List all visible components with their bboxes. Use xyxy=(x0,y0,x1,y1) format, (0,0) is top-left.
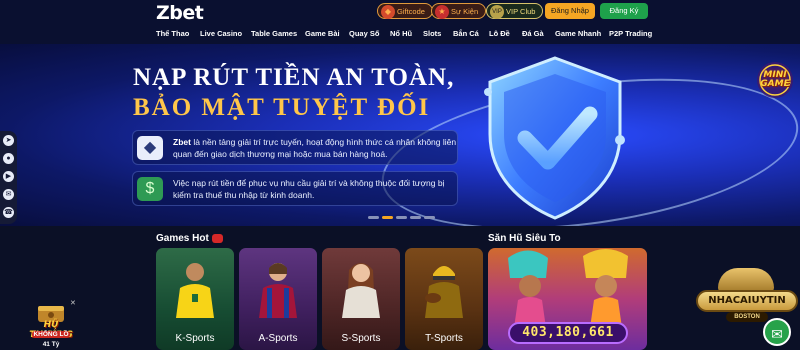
game-card-t-sports[interactable]: T-Sports xyxy=(405,248,483,350)
hot-flag-icon xyxy=(211,233,223,243)
carousel-dot[interactable] xyxy=(396,216,407,219)
event-label: Sự Kiện xyxy=(451,7,479,16)
vip-icon: VIP xyxy=(490,5,504,19)
nav-item-game-bai[interactable]: Game Bài xyxy=(305,29,340,38)
gift-icon: ◆ xyxy=(381,5,395,19)
zbet-logo[interactable]: Zbet xyxy=(156,2,204,24)
promo-close-icon[interactable]: ✕ xyxy=(70,300,77,307)
mail-icon[interactable]: ✉ xyxy=(3,189,14,200)
vip-club-button[interactable]: VIP VIP Club xyxy=(486,3,544,19)
youtube-icon[interactable]: ▶ xyxy=(3,171,14,182)
nav-item-p2p-trading[interactable]: P2P Trading xyxy=(609,29,652,38)
support-icon[interactable]: ☎ xyxy=(3,207,14,218)
jackpot-card[interactable]: 403,180,661 xyxy=(488,248,647,350)
nav-item-lo-de[interactable]: Lô Đề xyxy=(489,29,510,38)
giftcode-label: Giftcode xyxy=(397,7,425,16)
main-nav: Thể Thao Live Casino Table Games Game Bà… xyxy=(0,29,800,41)
card-label: K-Sports xyxy=(175,333,215,344)
carnival-dancers-image xyxy=(508,249,628,328)
nav-item-the-thao[interactable]: Thể Thao xyxy=(156,29,189,38)
flame-icon: ★ xyxy=(435,5,449,19)
security-shield-icon xyxy=(484,56,625,220)
event-button[interactable]: ★ Sự Kiện xyxy=(431,3,487,19)
left-social-bar: ➤ ● ▶ ✉ ☎ xyxy=(0,131,17,224)
info-brand: Zbet xyxy=(173,137,191,147)
trophy-icon xyxy=(718,268,774,292)
login-button[interactable]: Đăng Nhập xyxy=(545,3,595,19)
hero-banner[interactable]: NẠP RÚT TIỀN AN TOÀN, BẢO MẬT TUYỆT ĐỐI … xyxy=(0,44,800,226)
promo-line2: KHỔNG LỒ xyxy=(32,331,70,338)
games-hot-title: Games Hot xyxy=(156,233,223,244)
hero-title-line1: NẠP RÚT TIỀN AN TOÀN, xyxy=(133,64,455,91)
player-icon xyxy=(342,263,380,318)
money-icon: $ xyxy=(137,177,163,201)
info-text-payment: Việc nạp rút tiền để phục vụ nhu cầu giả… xyxy=(173,178,445,200)
messenger-icon[interactable]: ● xyxy=(3,153,14,164)
info-box-payment: $ Việc nạp rút tiền để phục vụ nhu cầu g… xyxy=(132,171,458,206)
telegram-icon[interactable]: ➤ xyxy=(3,135,14,146)
nav-item-table-games[interactable]: Table Games xyxy=(251,29,297,38)
badge-sub: BOSTON xyxy=(726,312,768,322)
player-icon xyxy=(176,263,214,318)
carousel-dot[interactable] xyxy=(410,216,421,219)
card-label: A-Sports xyxy=(258,333,298,344)
nav-item-game-nhanh[interactable]: Game Nhanh xyxy=(555,29,601,38)
jackpot-promo-badge[interactable]: HŨ THƯỞNG KHỔNG LỒ 41 Tỷ xyxy=(22,300,80,350)
game-card-k-sports[interactable]: K-Sports xyxy=(156,248,234,350)
top-header: Zbet ◆ Giftcode ★ Sự Kiện VIP VIP Club Đ… xyxy=(0,0,800,44)
giftcode-button[interactable]: ◆ Giftcode xyxy=(377,3,433,19)
games-hot-label: Games Hot xyxy=(156,233,209,244)
info-box-platform: ◆ Zbet là nền tảng giải trí trực tuyến, … xyxy=(132,130,458,165)
carousel-dot-active[interactable] xyxy=(382,216,393,219)
nav-item-da-ga[interactable]: Đá Gà xyxy=(522,29,544,38)
nav-item-ban-ca[interactable]: Bắn Cá xyxy=(453,29,479,38)
carousel-dot[interactable] xyxy=(424,216,435,219)
card-label: S-Sports xyxy=(341,333,381,344)
nav-item-slots[interactable]: Slots xyxy=(423,29,441,38)
nav-item-quay-so[interactable]: Quay Số xyxy=(349,29,379,38)
info-text-platform: là nền tảng giải trí trực tuyến, hoạt độ… xyxy=(173,137,457,159)
vip-label: VIP Club xyxy=(506,7,536,16)
hero-title-line2: BẢO MẬT TUYỆT ĐỐI xyxy=(133,94,431,121)
carousel-dot[interactable] xyxy=(368,216,379,219)
mini-game-badge[interactable]: MINI GAME xyxy=(753,60,797,100)
game-card-s-sports[interactable]: S-Sports xyxy=(322,248,400,350)
mini-game-label: MINI GAME xyxy=(760,70,790,89)
player-icon xyxy=(259,263,297,318)
jackpot-amount: 403,180,661 xyxy=(508,322,628,344)
card-label: T-Sports xyxy=(425,333,463,344)
promo-line3: 41 Tỷ xyxy=(42,341,60,348)
game-card-a-sports[interactable]: A-Sports xyxy=(239,248,317,350)
gamepad-icon: ◆ xyxy=(137,136,163,160)
chat-icon[interactable]: ✉ xyxy=(763,318,791,346)
nav-item-no-hu[interactable]: Nổ Hũ xyxy=(390,29,412,38)
register-button[interactable]: Đăng Ký xyxy=(600,3,648,19)
nav-item-live-casino[interactable]: Live Casino xyxy=(200,29,242,38)
badge-name: NHACAIUYTIN xyxy=(696,290,798,312)
jackpot-title: Săn Hũ Siêu To xyxy=(488,233,561,244)
player-icon xyxy=(425,266,463,318)
